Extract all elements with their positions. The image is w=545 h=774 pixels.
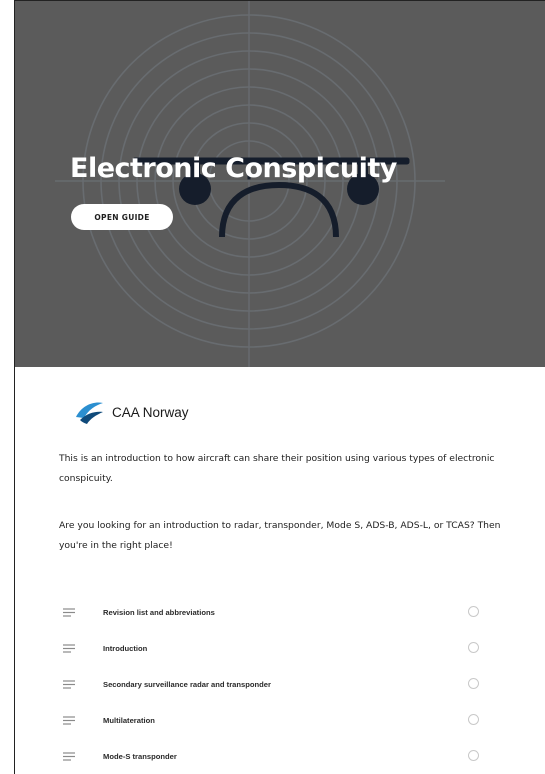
toc-item-label: Secondary surveillance radar and transpo… bbox=[103, 679, 271, 689]
toc-item-label: Revision list and abbreviations bbox=[103, 607, 215, 617]
toc-item[interactable]: Revision list and abbreviations bbox=[59, 594, 499, 630]
guide-page: Electronic Conspicuity OPEN GUIDE CAA No… bbox=[14, 0, 545, 774]
lines-icon bbox=[63, 679, 75, 689]
toc-item-label: Multilateration bbox=[103, 715, 155, 725]
empty-circle-icon bbox=[468, 678, 479, 689]
toc-item[interactable]: Introduction bbox=[59, 630, 499, 666]
publisher-name: CAA Norway bbox=[112, 404, 189, 420]
table-of-contents: Revision list and abbreviations Introduc… bbox=[59, 594, 499, 774]
toc-item-label: Introduction bbox=[103, 643, 148, 653]
lines-icon bbox=[63, 751, 75, 761]
description-paragraph-1: This is an introduction to how aircraft … bbox=[59, 453, 495, 484]
empty-circle-icon bbox=[468, 606, 479, 617]
drone-radar-illustration bbox=[55, 1, 445, 367]
hero-banner: Electronic Conspicuity OPEN GUIDE bbox=[15, 1, 545, 367]
toc-item[interactable]: Multilateration bbox=[59, 702, 499, 738]
publisher-brand[interactable]: CAA Norway bbox=[74, 399, 189, 425]
empty-circle-icon bbox=[468, 642, 479, 653]
empty-circle-icon bbox=[468, 714, 479, 725]
empty-circle-icon bbox=[468, 750, 479, 761]
open-guide-button[interactable]: OPEN GUIDE bbox=[71, 204, 173, 230]
description-paragraph-2: Are you looking for an introduction to r… bbox=[59, 520, 501, 551]
toc-item[interactable]: Secondary surveillance radar and transpo… bbox=[59, 666, 499, 702]
caa-norway-logo bbox=[76, 402, 103, 424]
lines-icon bbox=[63, 643, 75, 653]
lines-icon bbox=[63, 715, 75, 725]
lines-icon bbox=[63, 607, 75, 617]
toc-item-label: Mode-S transponder bbox=[103, 751, 177, 761]
guide-title: Electronic Conspicuity bbox=[70, 153, 397, 184]
toc-item[interactable]: Mode-S transponder bbox=[59, 738, 499, 774]
